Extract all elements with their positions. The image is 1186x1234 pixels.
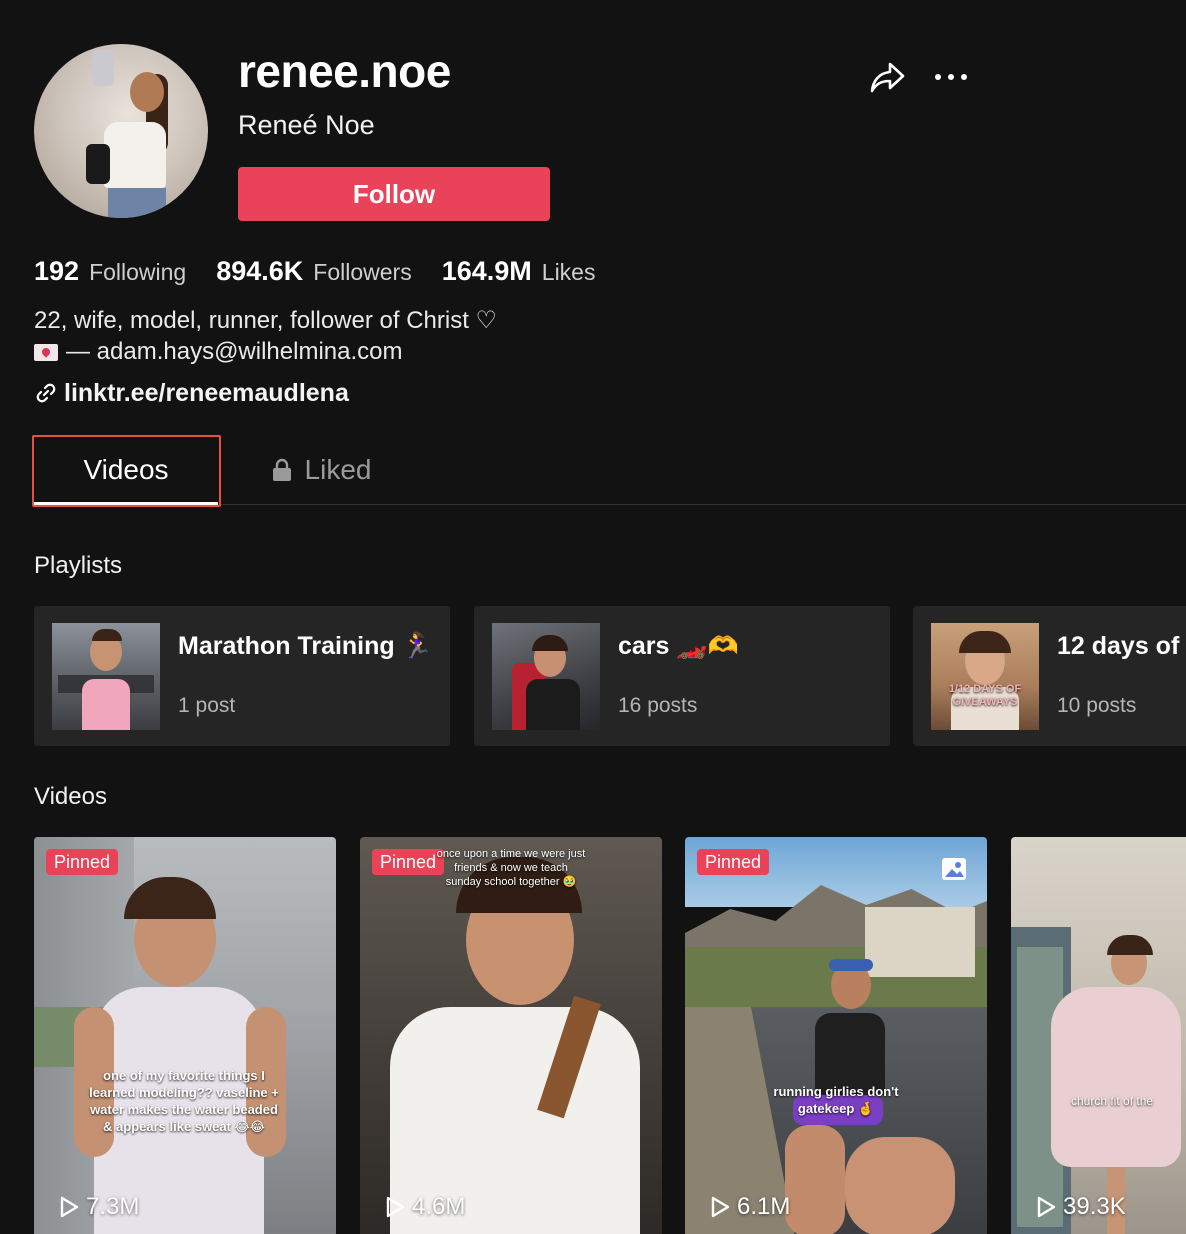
bio-contact: — adam.hays@wilhelmina.com (34, 336, 402, 368)
stat-label: Following (89, 259, 187, 285)
profile-link[interactable]: linktr.ee/reneemaudlena (34, 376, 349, 410)
playlist-count: 16 posts (618, 694, 698, 717)
video-card[interactable]: Pinned once upon a time we were just fri… (360, 837, 662, 1234)
playlist-count: 10 posts (1057, 694, 1137, 717)
playlist-card[interactable]: cars 🏎️🫶 16 posts (474, 606, 890, 746)
view-count: 7.3M (58, 1193, 139, 1221)
more-icon[interactable] (932, 62, 970, 92)
playlist-thumb-caption: 1/12 DAYS OF GIVEAWAYS (948, 683, 1022, 708)
avatar[interactable] (34, 44, 208, 218)
stat-value: 164.9M (441, 256, 532, 286)
video-card[interactable]: Pinned one of my favorite things I learn… (34, 837, 336, 1234)
view-count-text: 6.1M (737, 1193, 791, 1220)
profile-tabs: Videos Liked (34, 436, 1186, 505)
play-icon (711, 1196, 730, 1218)
lock-icon (272, 458, 291, 481)
stat-likes: 164.9M Likes (442, 256, 596, 287)
view-count-text: 7.3M (86, 1193, 140, 1220)
view-count: 4.6M (384, 1193, 465, 1221)
share-icon[interactable] (868, 60, 906, 96)
play-icon (1037, 1196, 1056, 1218)
playlist-card[interactable]: Marathon Training 🏃‍♀️ 1 post (34, 606, 450, 746)
video-caption: church fit of the (1071, 1094, 1154, 1108)
pinned-badge: Pinned (372, 849, 445, 875)
stat-label: Likes (541, 259, 596, 285)
stat-value: 192 (34, 256, 80, 286)
stat-followers[interactable]: 894.6K Followers (216, 256, 412, 287)
username: renee.noe (238, 45, 451, 97)
video-caption: running girlies don't gatekeep 🤞 (773, 1084, 899, 1116)
tab-videos[interactable]: Videos (34, 436, 218, 505)
videos-heading: Videos (34, 783, 107, 810)
mail-icon (34, 343, 58, 361)
video-card[interactable]: church fit of the 39.3K (1011, 837, 1186, 1234)
pinned-badge: Pinned (46, 849, 119, 875)
profile-page: renee.noe Reneé Noe Follow 192 Following… (0, 0, 1186, 1234)
playlist-title: cars 🏎️🫶 (618, 632, 739, 660)
playlist-count: 1 post (178, 694, 236, 717)
view-count: 39.3K (1035, 1193, 1126, 1221)
play-icon (60, 1196, 79, 1218)
stat-value: 894.6K (216, 256, 304, 286)
video-caption: one of my favorite things I learned mode… (89, 1068, 279, 1134)
tab-liked[interactable]: Liked (266, 436, 376, 504)
stat-following[interactable]: 192 Following (34, 256, 186, 287)
playlist-title: 12 days of g (1057, 632, 1186, 660)
tab-label: Liked (304, 454, 372, 485)
video-card[interactable]: Pinned running girlies don't gatekeep 🤞 … (685, 837, 987, 1234)
profile-stats: 192 Following 894.6K Followers 164.9M Li… (34, 256, 625, 290)
bio-line: 22, wife, model, runner, follower of Chr… (34, 307, 498, 334)
link-icon (36, 383, 56, 403)
stat-label: Followers (313, 259, 412, 285)
follow-button[interactable]: Follow (238, 167, 550, 221)
playlist-card[interactable]: 1/12 DAYS OF GIVEAWAYS 12 days of g 10 p… (913, 606, 1186, 746)
profile-link-text: linktr.ee/reneemaudlena (64, 379, 349, 407)
tab-label: Videos (83, 454, 169, 485)
bio-contact-text: — adam.hays@wilhelmina.com (66, 338, 403, 365)
play-icon (386, 1196, 405, 1218)
video-caption: once upon a time we were just friends & … (436, 848, 586, 888)
playlist-title: Marathon Training 🏃‍♀️ (178, 632, 433, 660)
pinned-badge: Pinned (697, 849, 770, 875)
photo-icon (942, 858, 966, 880)
view-count-text: 39.3K (1063, 1193, 1126, 1220)
playlist-thumbnail (492, 623, 600, 730)
playlist-thumbnail (52, 623, 160, 730)
view-count-text: 4.6M (412, 1193, 466, 1220)
playlist-thumbnail: 1/12 DAYS OF GIVEAWAYS (931, 623, 1039, 730)
view-count: 6.1M (709, 1193, 790, 1221)
display-name: Reneé Noe (238, 110, 375, 140)
playlists-heading: Playlists (34, 552, 123, 579)
